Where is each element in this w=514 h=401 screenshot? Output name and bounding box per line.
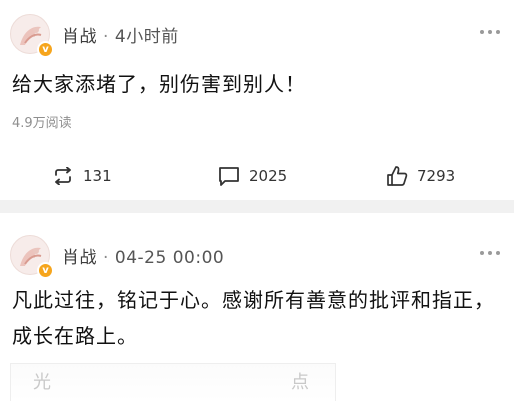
- faded-text-left: 光: [33, 372, 51, 393]
- comment-icon: [219, 167, 239, 186]
- author-name[interactable]: 肖战: [62, 27, 97, 47]
- vip-badge-icon: v: [37, 262, 54, 279]
- post-header: v 肖战 · 04-25 00:00: [0, 229, 514, 281]
- like-icon: [387, 166, 408, 186]
- post-text: 凡此过往，铭记于心。感谢所有善意的批评和指正，成长在路上。: [12, 288, 495, 348]
- faded-preview: 光 点: [10, 363, 336, 401]
- post-time: 04-25 00:00: [114, 248, 225, 268]
- more-icon[interactable]: [480, 30, 500, 34]
- repost-count: 131: [83, 167, 112, 185]
- read-count: 4.9万阅读: [12, 116, 72, 131]
- post-text: 给大家添堵了，别伤害到别人！: [12, 72, 306, 96]
- avatar[interactable]: v: [10, 14, 54, 58]
- more-icon[interactable]: [480, 251, 500, 255]
- like-button[interactable]: 7293: [386, 158, 455, 194]
- vip-badge-icon: v: [37, 41, 54, 58]
- repost-icon: [55, 167, 71, 185]
- like-count: 7293: [417, 167, 456, 185]
- comment-button[interactable]: 2025: [218, 158, 287, 194]
- post-card[interactable]: v 肖战 · 04-25 00:00 凡此过往，铭记于心。感谢所有善意的批评和指正，…: [0, 213, 514, 401]
- feed-separator: [0, 200, 514, 213]
- meta-separator: ·: [103, 27, 109, 47]
- post-card[interactable]: v 肖战 · 4小时前 给大家添堵了，别伤害到别人！ 4.9万阅读 131 20…: [0, 0, 514, 200]
- author-name[interactable]: 肖战: [62, 248, 97, 268]
- avatar[interactable]: v: [10, 235, 54, 279]
- action-bar: 131 2025 7293: [0, 158, 514, 194]
- comment-count: 2025: [249, 167, 288, 185]
- post-meta: 肖战 · 4小时前: [62, 22, 179, 47]
- faded-text-right: 点: [291, 372, 309, 393]
- post-time: 4小时前: [114, 27, 179, 47]
- meta-separator: ·: [103, 248, 109, 268]
- repost-button[interactable]: 131: [52, 158, 112, 194]
- post-meta: 肖战 · 04-25 00:00: [62, 243, 224, 268]
- post-header: v 肖战 · 4小时前: [0, 8, 514, 60]
- weibo-feed: v 肖战 · 4小时前 给大家添堵了，别伤害到别人！ 4.9万阅读 131 20…: [0, 0, 514, 401]
